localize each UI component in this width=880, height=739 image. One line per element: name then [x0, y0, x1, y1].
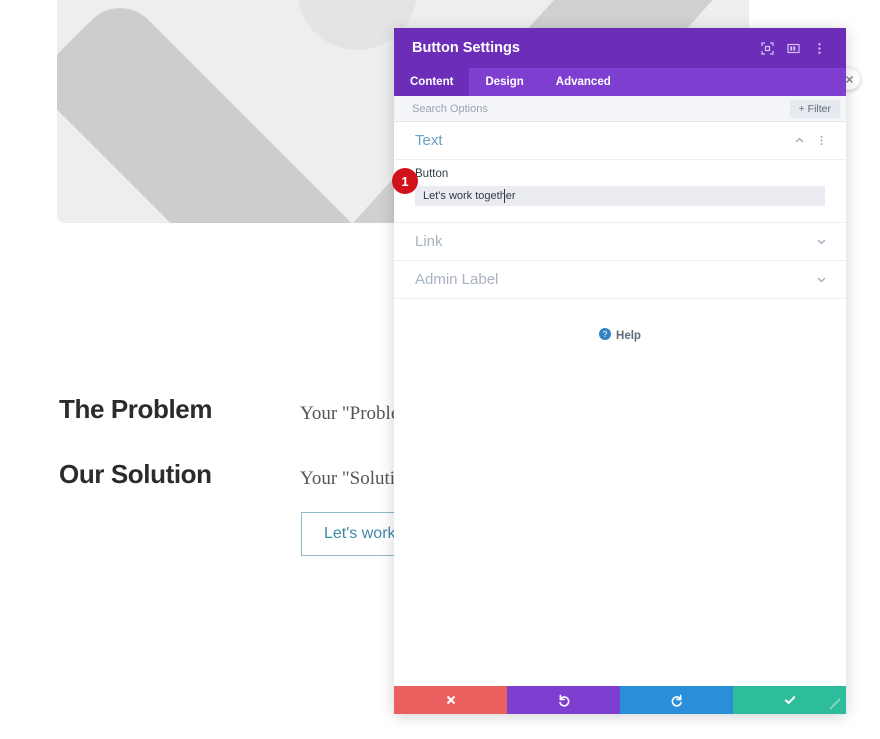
tab-content[interactable]: Content: [394, 68, 470, 96]
cancel-button[interactable]: [394, 686, 507, 714]
layout-columns-icon[interactable]: [780, 35, 806, 61]
button-text-field-block: Button: [394, 160, 846, 223]
search-input[interactable]: [412, 102, 790, 115]
section-body-solution: Your "Solutio: [300, 468, 405, 489]
group-title-text: Text: [415, 132, 443, 149]
tab-advanced[interactable]: Advanced: [540, 68, 627, 96]
modal-body: Text Button Link: [394, 122, 846, 686]
modal-title: Button Settings: [412, 40, 520, 56]
vertical-dots-icon[interactable]: [810, 130, 832, 152]
group-header-admin-label[interactable]: Admin Label: [394, 261, 846, 299]
tab-design[interactable]: Design: [469, 68, 539, 96]
text-caret: [504, 189, 505, 203]
save-button[interactable]: [733, 686, 846, 714]
help-row[interactable]: ? Help: [394, 299, 846, 345]
section-heading-problem: The Problem: [59, 394, 213, 424]
chevron-down-icon[interactable]: [810, 231, 832, 253]
modal-header: Button Settings: [394, 28, 846, 68]
redo-button[interactable]: [620, 686, 733, 714]
undo-button[interactable]: [507, 686, 620, 714]
button-text-label: Button: [415, 168, 449, 180]
fullscreen-icon[interactable]: [754, 35, 780, 61]
help-label: Help: [616, 330, 641, 342]
button-settings-modal: Button Settings Content Design Advanced …: [394, 28, 846, 714]
vertical-dots-icon[interactable]: [806, 35, 832, 61]
group-title-admin-label: Admin Label: [415, 271, 499, 288]
step-number-badge: 1: [392, 168, 418, 194]
chevron-down-icon[interactable]: [810, 269, 832, 291]
group-title-link: Link: [415, 233, 443, 250]
search-options-bar: + Filter: [394, 96, 846, 122]
section-heading-solution: Our Solution: [59, 459, 212, 489]
chevron-up-icon[interactable]: [788, 130, 810, 152]
button-text-input[interactable]: [415, 186, 825, 206]
modal-tabbar: Content Design Advanced: [394, 68, 846, 96]
filter-button[interactable]: + Filter: [789, 99, 840, 118]
question-circle-icon: ?: [599, 327, 612, 345]
modal-footer: [394, 686, 846, 714]
svg-text:?: ?: [603, 329, 608, 339]
group-header-link[interactable]: Link: [394, 223, 846, 261]
group-header-text[interactable]: Text: [394, 122, 846, 160]
